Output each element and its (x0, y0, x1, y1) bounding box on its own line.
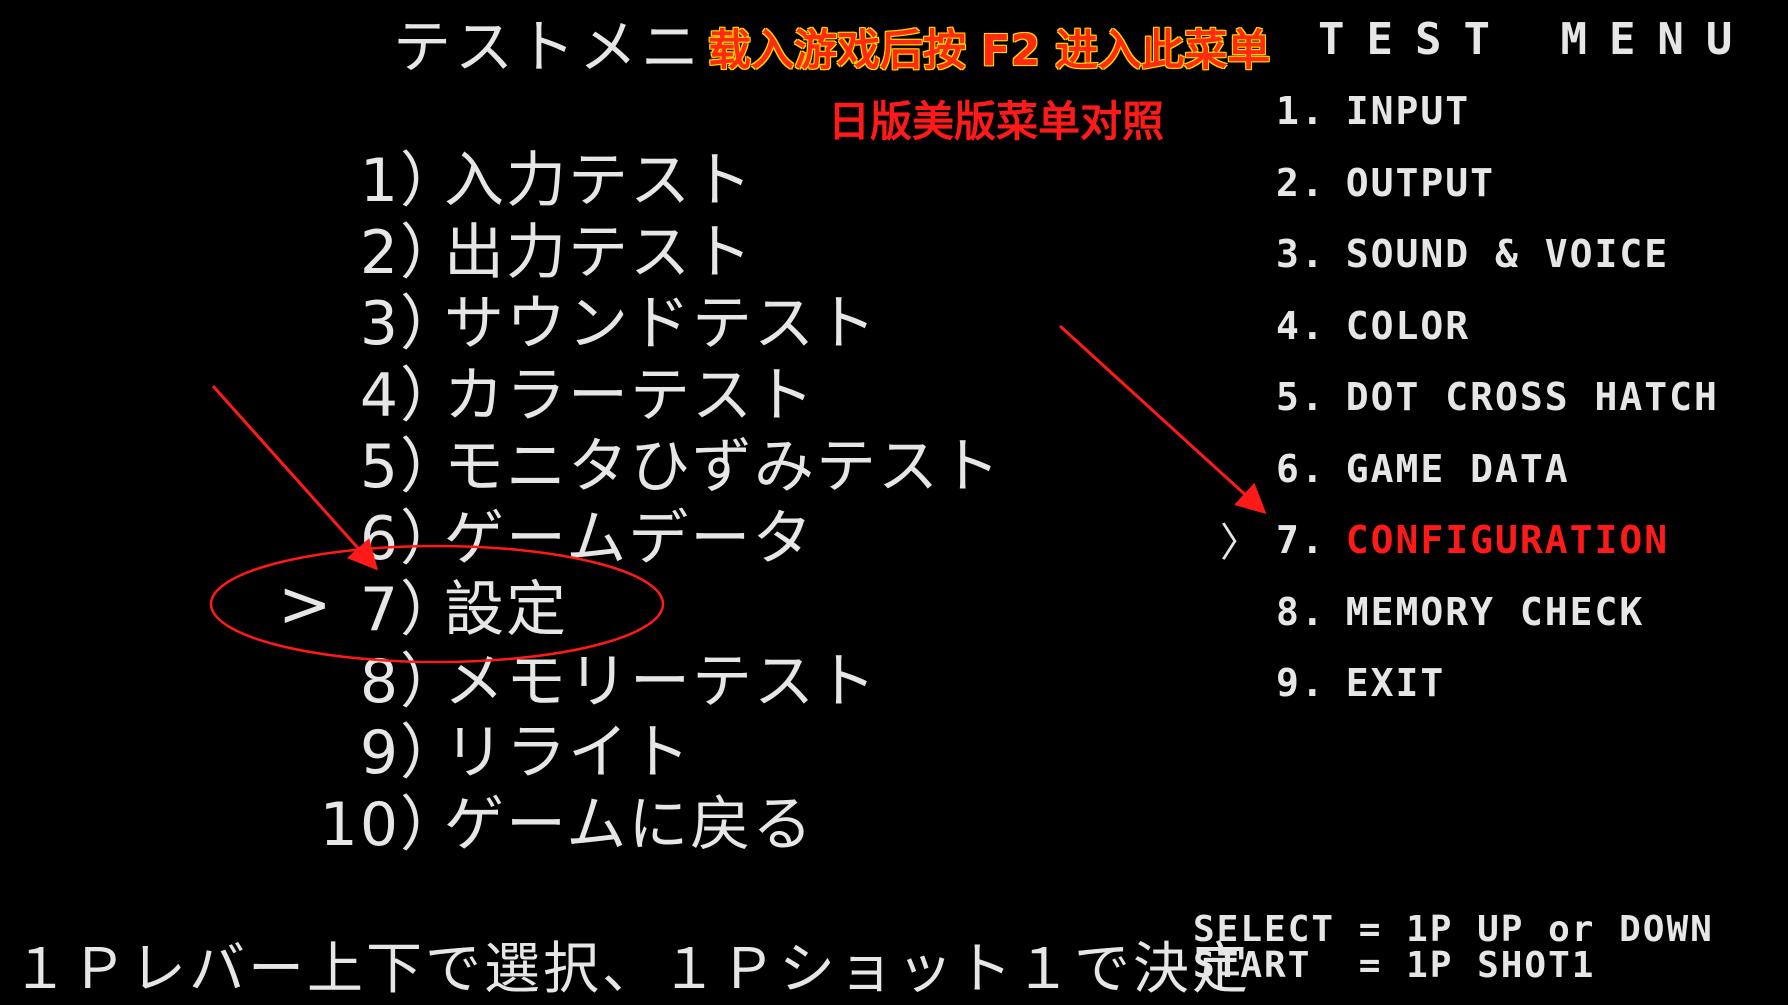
en-menu-item-label: OUTPUT (1345, 160, 1496, 205)
jp-menu-item-paren: ） (400, 146, 462, 216)
en-menu-item-number: 5. (1276, 375, 1326, 419)
footer-en-instructions: SELECT = 1P UP or DOWN START = 1P SHOT1 (1193, 912, 1714, 984)
en-menu-title: TEST MENU (1318, 14, 1755, 65)
en-menu-item-number: 8. (1276, 589, 1326, 634)
en-menu-item-label: SOUND & VOICE (1345, 232, 1670, 276)
jp-menu-item-paren: ） (400, 217, 462, 288)
en-menu-item-label: DOT CROSS HATCH (1345, 375, 1719, 419)
overlay-caption-subtitle: 日版美版菜单对照 (828, 97, 1165, 146)
jp-menu-item[interactable]: 5）モニタひずみテスト (300, 432, 1002, 502)
jp-menu-item-paren: ） (400, 432, 462, 502)
jp-menu-item-label: カラーテスト (444, 360, 816, 431)
jp-menu-item-label: リライト (444, 718, 692, 788)
en-menu-item[interactable]: 4. COLOR (1276, 301, 1470, 351)
jp-menu-item-paren: ） (400, 789, 462, 860)
footer-jp-instructions: １Ｐレバー上下で選択、１Ｐショット１で決定 (12, 937, 1251, 1002)
footer-en-select: SELECT = 1P UP or DOWN (1193, 909, 1714, 950)
jp-menu-item[interactable]: 9）リライト (300, 718, 692, 788)
en-menu-item[interactable]: 5. DOT CROSS HATCH (1276, 372, 1719, 422)
jp-menu-item-number: 6 (359, 503, 400, 574)
jp-menu-item-paren: ） (400, 503, 462, 574)
jp-menu-item-number: 10 (319, 789, 400, 860)
jp-menu-item[interactable]: 1）入力テスト (300, 146, 754, 216)
jp-menu-item[interactable]: 7）設定 (300, 575, 568, 645)
en-menu-item-label: MEMORY CHECK (1345, 589, 1645, 634)
jp-selection-cursor: > (278, 568, 332, 642)
en-menu-item-number: 9. (1276, 661, 1326, 705)
en-selection-cursor: 〉 (1220, 520, 1262, 566)
jp-menu-item-number: 4 (359, 360, 400, 431)
jp-menu-item-paren: ） (400, 575, 462, 645)
jp-menu-item-label: メモリーテスト (444, 646, 878, 717)
en-menu-item-number: 1. (1276, 89, 1326, 133)
jp-menu-item[interactable]: 8）メモリーテスト (300, 647, 878, 717)
jp-menu-item-paren: ） (400, 289, 462, 359)
jp-menu-item-label: サウンドテスト (444, 289, 878, 359)
en-menu-item[interactable]: 3. SOUND & VOICE (1276, 229, 1669, 279)
jp-menu-item-number: 3 (359, 289, 400, 359)
jp-menu-item-label: モニタひずみテスト (444, 432, 1002, 502)
jp-menu-item-number: 1 (359, 146, 400, 216)
en-menu-item-number: 2. (1276, 160, 1326, 205)
en-menu-item-number: 3. (1276, 232, 1326, 276)
jp-menu-item-number: 8 (359, 646, 400, 717)
jp-menu-item-paren: ） (400, 646, 462, 717)
footer-en-start: START = 1P SHOT1 (1193, 945, 1596, 986)
en-menu-item-label: INPUT (1345, 89, 1471, 133)
jp-menu-item-paren: ） (400, 360, 462, 431)
jp-menu-item[interactable]: 6）ゲームデータ (300, 504, 814, 574)
en-menu-item[interactable]: 1. INPUT (1276, 86, 1470, 136)
en-menu-item-number: 6. (1276, 446, 1326, 491)
en-menu-item[interactable]: 6. GAME DATA (1276, 444, 1570, 494)
jp-menu-item-number: 2 (359, 217, 400, 288)
en-menu-item-label: CONFIGURATION (1345, 518, 1670, 562)
jp-menu-item-paren: ） (400, 718, 462, 788)
en-menu-item[interactable]: 8. MEMORY CHECK (1276, 587, 1644, 637)
en-menu-item[interactable]: 9. EXIT (1276, 658, 1445, 708)
jp-menu-item-number: 5 (359, 432, 400, 502)
en-menu-item[interactable]: 7. CONFIGURATION (1276, 515, 1669, 565)
jp-menu-item-label: ゲームに戻る (444, 789, 815, 860)
en-menu-item-label: COLOR (1345, 303, 1471, 348)
en-menu-item[interactable]: 2. OUTPUT (1276, 158, 1495, 208)
jp-menu-item-label: ゲームデータ (444, 503, 815, 574)
jp-menu-item[interactable]: 4）カラーテスト (300, 361, 816, 431)
jp-menu-item-label: 入力テスト (444, 146, 754, 216)
arrow-to-en-configuration (1058, 324, 1267, 515)
jp-menu-item-number: 9 (359, 718, 400, 788)
en-menu-item-number: 4. (1276, 303, 1326, 348)
en-menu-item-label: GAME DATA (1345, 446, 1570, 491)
en-menu-item-label: EXIT (1345, 661, 1446, 705)
jp-menu-item[interactable]: 3）サウンドテスト (300, 289, 878, 359)
jp-menu-item[interactable]: 2）出力テスト (300, 218, 754, 288)
jp-menu-item-label: 設定 (444, 575, 568, 645)
jp-menu-item[interactable]: 10）ゲームに戻る (300, 790, 814, 860)
en-menu-item-number: 7. (1276, 518, 1326, 562)
jp-menu-item-label: 出力テスト (444, 217, 754, 288)
overlay-caption-title: 载入游戏后按 F2 进入此菜单 (700, 16, 1279, 78)
